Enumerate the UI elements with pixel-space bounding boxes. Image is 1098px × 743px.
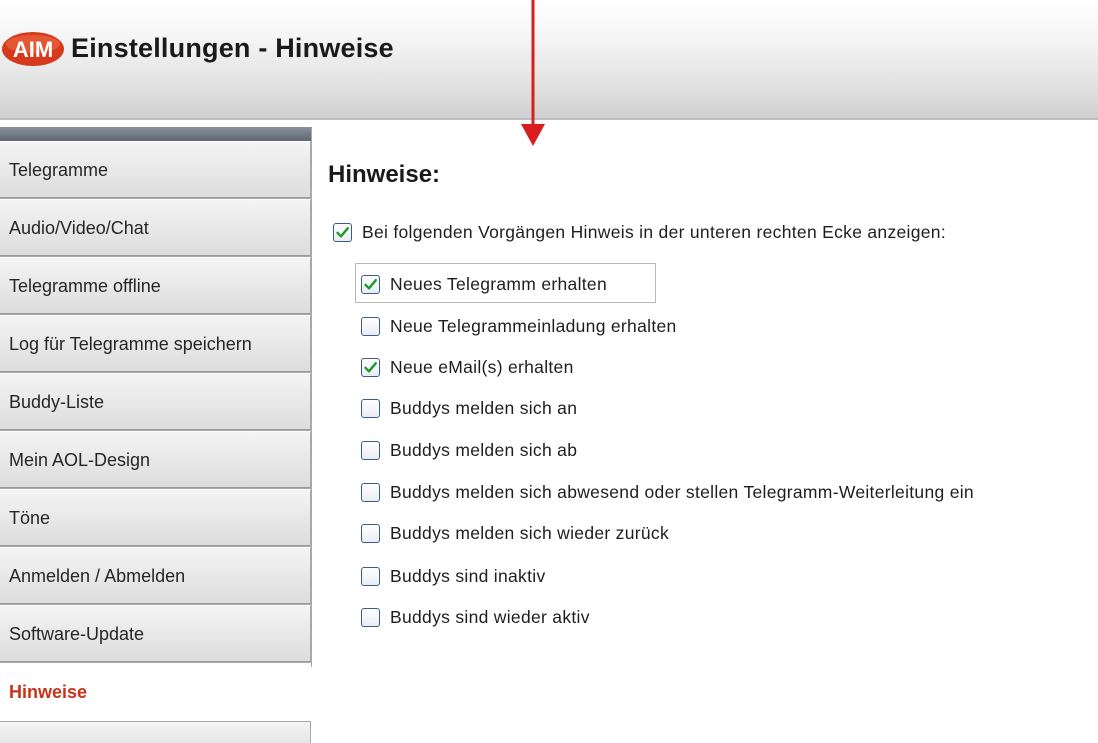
option-label: Buddys sind inaktiv	[390, 566, 546, 586]
option-row[interactable]: Buddys sind wieder aktiv	[361, 607, 590, 628]
sidebar-item-software-update[interactable]: Software-Update	[0, 605, 311, 663]
sidebar-nav: Telegramme Audio/Video/Chat Telegramme o…	[0, 141, 311, 743]
master-checkbox-label: Bei folgenden Vorgängen Hinweis in der u…	[362, 222, 946, 242]
option-row[interactable]: Buddys melden sich wieder zurück	[361, 523, 669, 544]
option-label: Neue eMail(s) erhalten	[390, 357, 574, 377]
option-checkbox[interactable]	[361, 483, 380, 502]
sidebar-item-toene[interactable]: Töne	[0, 489, 311, 547]
title-bar: AIM Einstellungen - Hinweise	[0, 0, 1098, 120]
option-label: Buddys melden sich wieder zurück	[390, 523, 670, 543]
title-divider	[0, 118, 1098, 120]
sidebar-item-label: Anmelden / Abmelden	[9, 565, 186, 586]
option-row[interactable]: Neues Telegramm erhalten	[361, 274, 607, 295]
option-checkbox[interactable]	[361, 399, 380, 418]
page-title: Hinweise:	[328, 161, 441, 188]
option-row[interactable]: Buddys sind inaktiv	[361, 566, 546, 587]
sidebar-header	[0, 127, 311, 141]
sidebar-item-telegramme[interactable]: Telegramme	[0, 141, 311, 199]
option-label: Buddys melden sich abwesend oder stellen…	[390, 482, 974, 502]
option-row[interactable]: Buddys melden sich ab	[361, 440, 577, 461]
option-row[interactable]: Neue eMail(s) erhalten	[361, 357, 574, 378]
sidebar-item-log-telegramme[interactable]: Log für Telegramme speichern	[0, 315, 311, 373]
sidebar-item-label: Software-Update	[9, 623, 145, 644]
sidebar-item-anmelden-abmelden[interactable]: Anmelden / Abmelden	[0, 547, 311, 605]
option-checkbox[interactable]	[361, 608, 380, 627]
master-checkbox-row[interactable]: Bei folgenden Vorgängen Hinweis in der u…	[333, 222, 946, 243]
aim-logo-text: AIM	[13, 37, 53, 62]
option-checkbox[interactable]	[361, 441, 380, 460]
option-checkbox[interactable]	[361, 524, 380, 543]
sidebar-item-label: Audio/Video/Chat	[9, 217, 149, 238]
sidebar-item-label: Log für Telegramme speichern	[9, 333, 252, 354]
sidebar-item-label: Telegramme	[9, 159, 109, 180]
option-row[interactable]: Neue Telegrammeinladung erhalten	[361, 316, 677, 337]
sidebar-item-aol-design[interactable]: Mein AOL-Design	[0, 431, 311, 489]
sidebar-item-label: Telegramme offline	[9, 275, 161, 296]
sidebar-divider	[311, 127, 312, 667]
aim-logo: AIM	[2, 32, 64, 66]
option-row[interactable]: Buddys melden sich abwesend oder stellen…	[361, 482, 974, 503]
option-row[interactable]: Buddys melden sich an	[361, 398, 577, 419]
sidebar-item-label: Hinweise	[9, 681, 88, 702]
option-checkbox[interactable]	[361, 358, 380, 377]
annotation-arrow-icon	[521, 0, 545, 146]
sidebar-item-telegramme-offline[interactable]: Telegramme offline	[0, 257, 311, 315]
sidebar-item-label: Töne	[9, 507, 51, 528]
checkmark-icon	[364, 362, 377, 373]
option-checkbox[interactable]	[361, 317, 380, 336]
master-checkbox[interactable]	[333, 223, 352, 242]
sidebar-item-label: Buddy-Liste	[9, 391, 105, 412]
sidebar-item-audio-video-chat[interactable]: Audio/Video/Chat	[0, 199, 311, 257]
sidebar-item-label: Mein AOL-Design	[9, 449, 151, 470]
sidebar-item-next[interactable]	[0, 721, 311, 743]
checkmark-icon	[364, 279, 377, 290]
sidebar-item-buddy-liste[interactable]: Buddy-Liste	[0, 373, 311, 431]
option-label: Buddys sind wieder aktiv	[390, 607, 590, 627]
option-label: Neues Telegramm erhalten	[390, 274, 607, 294]
option-label: Buddys melden sich an	[390, 398, 578, 418]
option-label: Neue Telegrammeinladung erhalten	[390, 316, 677, 336]
option-checkbox[interactable]	[361, 567, 380, 586]
option-label: Buddys melden sich ab	[390, 440, 578, 460]
window-title: Einstellungen - Hinweise	[71, 33, 394, 63]
checkmark-icon	[336, 227, 349, 238]
sidebar-item-hinweise[interactable]: Hinweise	[0, 663, 311, 721]
option-checkbox[interactable]	[361, 275, 380, 294]
